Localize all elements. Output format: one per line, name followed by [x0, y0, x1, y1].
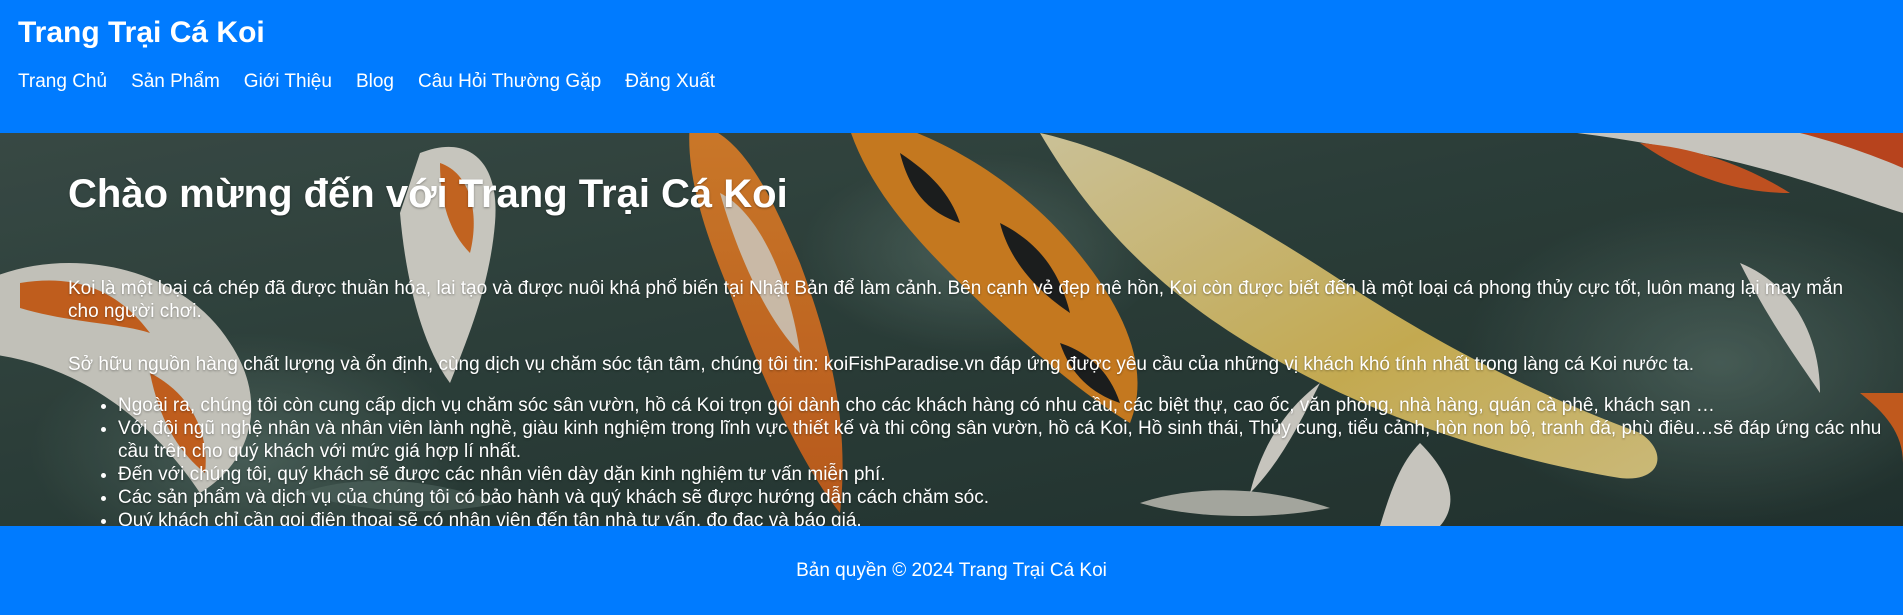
copyright-text: Bản quyền © 2024 Trang Trại Cá Koi: [796, 559, 1107, 581]
main-nav: Trang Chủ Sản Phẩm Giới Thiệu Blog Câu H…: [18, 70, 739, 94]
site-footer: Bản quyền © 2024 Trang Trại Cá Koi: [0, 526, 1903, 615]
list-item: Quý khách chỉ cần gọi điện thoại sẽ có n…: [118, 509, 1888, 526]
hero-heading: Chào mừng đến với Trang Trại Cá Koi: [68, 172, 788, 216]
nav-link-logout[interactable]: Đăng Xuất: [625, 70, 715, 94]
site-title: Trang Trại Cá Koi: [18, 16, 265, 49]
services-list: Ngoài ra, chúng tôi còn cung cấp dịch vụ…: [68, 394, 1888, 526]
list-item: Ngoài ra, chúng tôi còn cung cấp dịch vụ…: [118, 394, 1888, 417]
nav-link-about[interactable]: Giới Thiệu: [244, 70, 332, 94]
list-item: Với đội ngũ nghệ nhân và nhân viên lành …: [118, 417, 1888, 463]
nav-link-blog[interactable]: Blog: [356, 70, 394, 94]
list-item: Các sản phẩm và dịch vụ của chúng tôi có…: [118, 486, 1888, 509]
hero-quality-paragraph: Sở hữu nguồn hàng chất lượng và ổn định,…: [68, 354, 1695, 375]
nav-link-home[interactable]: Trang Chủ: [18, 70, 107, 94]
nav-link-products[interactable]: Sản Phẩm: [131, 70, 220, 94]
site-header: Trang Trại Cá Koi Trang Chủ Sản Phẩm Giớ…: [0, 0, 1903, 133]
nav-link-faq[interactable]: Câu Hỏi Thường Gặp: [418, 70, 601, 94]
hero-content: Chào mừng đến với Trang Trại Cá Koi Koi …: [68, 171, 1881, 526]
list-item: Đến với chúng tôi, quý khách sẽ được các…: [118, 463, 1888, 486]
hero-section: Chào mừng đến với Trang Trại Cá Koi Koi …: [0, 133, 1903, 526]
hero-intro-paragraph: Koi là một loại cá chép đã được thuần hó…: [68, 278, 1844, 322]
